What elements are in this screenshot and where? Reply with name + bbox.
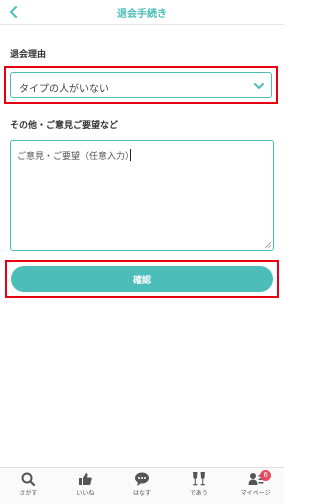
tab-talk[interactable]: はなす — [114, 471, 171, 503]
reason-highlight: タイプの人がいない — [4, 66, 278, 104]
tab-like-label: いいね — [76, 490, 95, 497]
thumbs-up-icon — [79, 473, 92, 485]
tab-mypage[interactable]: 6 マイページ — [227, 470, 284, 503]
comments-label: その他・ご意見ご要望など — [10, 121, 119, 131]
bottom-tab-bar: さがす いいね はなす であう 6 マイページ — [0, 467, 284, 504]
tab-meet[interactable]: であう — [170, 471, 227, 503]
text-caret — [130, 149, 131, 161]
tab-mypage-label: マイページ — [240, 490, 271, 497]
tab-search[interactable]: さがす — [0, 471, 57, 503]
reason-label: 退会理由 — [10, 50, 47, 60]
notification-badge: 6 — [260, 470, 272, 481]
comments-textarea[interactable]: ご意見・ご要望（任意入力） — [10, 140, 274, 251]
header: 退会手続き — [0, 0, 284, 25]
resize-handle-icon[interactable] — [265, 242, 271, 248]
confirm-highlight: 確認 — [5, 260, 279, 298]
chevron-down-icon — [254, 83, 264, 90]
reason-select-value: タイプの人がいない — [19, 84, 109, 95]
tab-like[interactable]: いいね — [57, 471, 114, 503]
glasses-icon — [192, 472, 205, 486]
search-icon — [21, 472, 36, 487]
confirm-button[interactable]: 確認 — [11, 266, 273, 292]
reason-select[interactable]: タイプの人がいない — [10, 72, 272, 98]
tab-talk-label: はなす — [132, 490, 151, 497]
tab-search-label: さがす — [19, 490, 38, 497]
page-title: 退会手続き — [117, 9, 167, 20]
comments-placeholder: ご意見・ご要望（任意入力） — [17, 152, 135, 162]
tab-meet-label: であう — [189, 490, 208, 497]
chat-icon — [134, 472, 149, 486]
